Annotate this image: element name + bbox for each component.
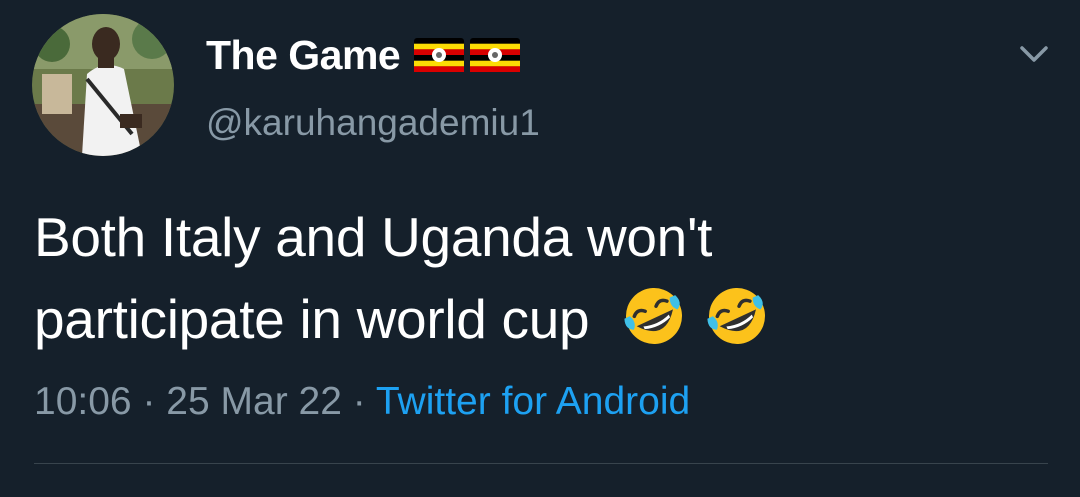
- chevron-down-icon[interactable]: [1014, 38, 1054, 70]
- user-handle[interactable]: @karuhangademiu1: [206, 102, 540, 144]
- rolling-on-floor-laughing-emoji: [622, 284, 686, 348]
- tweet-card: The Game @karuhangademiu1 Both Italy and…: [0, 0, 1080, 497]
- uganda-flag-icon: [414, 38, 465, 72]
- tweet-text: Both Italy and Uganda won't participate …: [34, 196, 1034, 360]
- tweet-metadata: 10:06 · 25 Mar 22 · Twitter for Android: [34, 380, 690, 424]
- tweet-text-line: Both Italy and Uganda won't: [34, 206, 713, 268]
- user-avatar[interactable]: [32, 14, 174, 156]
- tweet-time[interactable]: 10:06: [34, 380, 132, 423]
- rolling-on-floor-laughing-emoji: [705, 284, 769, 348]
- tweet-text-line-with-emoji: participate in world cup: [34, 278, 1034, 360]
- tweet-date[interactable]: 25 Mar 22: [166, 380, 342, 423]
- uganda-flag-icon: [470, 38, 521, 72]
- display-name[interactable]: The Game: [206, 32, 401, 79]
- meta-separator: ·: [352, 380, 366, 423]
- meta-separator: ·: [142, 380, 156, 423]
- divider: [34, 463, 1048, 464]
- display-name-row[interactable]: The Game: [206, 30, 521, 80]
- tweet-source-link[interactable]: Twitter for Android: [376, 380, 690, 423]
- tweet-text-line: participate in world cup: [34, 288, 590, 350]
